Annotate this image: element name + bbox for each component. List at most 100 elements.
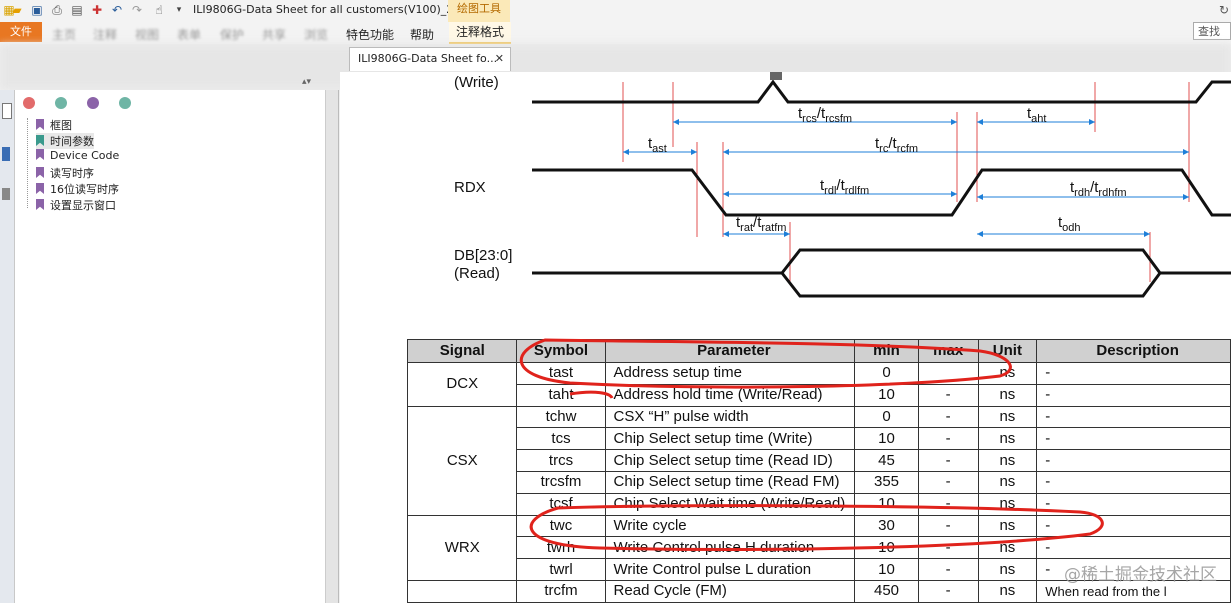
parameter-cell: Address hold time (Write/Read) [604,383,856,407]
db-waveform [532,248,1231,298]
layers-icon[interactable] [2,188,10,200]
param-trat: trat/tratfm [736,214,786,234]
desc-cell: - [1036,405,1231,429]
document-tab-label: ILI9806G-Data Sheet fo... [358,52,498,65]
table-row: twrh Write Control pulse H duration 10 -… [408,536,1231,560]
symbol-cell: tast [516,362,606,385]
min-cell: 10 [854,536,919,560]
max-cell: - [917,449,979,472]
min-cell: 355 [854,470,919,494]
table-row: DCX tast Address setup time 0 ns - [406,362,1231,407]
max-cell [917,362,979,385]
tab-share[interactable]: 共享 [262,26,286,43]
add-child-bookmark-icon[interactable] [87,97,99,109]
document-page: (Write) RDX DB[23:0] (Read) trcs/trcsfm … [340,72,1231,603]
dropdown-icon[interactable]: ▾ [172,3,186,17]
max-cell: - [917,427,979,451]
table-row: tcsf Chip Select Wait time (Write/Read) … [408,492,1231,516]
bookmark-item[interactable]: 16位读写时序 [36,181,119,197]
unit-cell: ns [977,558,1038,581]
bookmark-item[interactable]: 框图 [36,117,72,133]
bookmark-icon [36,199,44,210]
signal-label-write: (Write) [454,74,499,91]
header-symbol: Symbol [516,339,606,363]
min-cell: 30 [854,514,919,538]
new-icon[interactable]: ✚ [90,3,104,17]
tab-home[interactable]: 主页 [52,26,76,43]
bookmark-icon [36,167,44,178]
open-folder-icon[interactable]: ▰ [10,3,24,17]
timing-arrows [623,121,1189,235]
unit-cell: ns [977,362,1038,385]
param-todh: todh [1058,214,1081,234]
bookmark-properties-icon[interactable] [119,97,131,109]
signal-cell: WRX [406,514,518,581]
table-row: trcsfm Chip Select setup time (Read FM) … [408,470,1231,494]
add-bookmark-icon[interactable] [55,97,67,109]
parameter-cell: Write Control pulse L duration [604,558,856,581]
file-menu-button[interactable]: 文件 [0,22,42,42]
search-input[interactable]: 查找 [1193,22,1231,40]
window-title: ILI9806G-Data Sheet for all customers(V1… [193,3,478,16]
print-icon[interactable]: ⎙ [50,3,64,17]
parameter-cell: Chip Select setup time (Write) [604,427,856,451]
tab-help[interactable]: 帮助 [410,26,434,43]
unit-cell: ns [977,579,1038,603]
parameter-cell: Chip Select setup time (Read FM) [604,470,856,494]
undo-icon[interactable]: ↶ [110,3,124,17]
table-row: WRX twc Write cycle 30 - ns - [406,514,1231,581]
max-cell: - [917,514,979,538]
close-icon[interactable]: ✕ [495,48,504,70]
hand-tool-icon[interactable]: ☝ [152,3,166,17]
write-waveform [532,79,1231,104]
unit-cell: ns [977,536,1038,560]
tab-features[interactable]: 特色功能 [346,26,394,43]
desc-cell: - [1036,514,1231,538]
symbol-cell: taht [516,383,606,407]
panel-collapse-icon[interactable]: ▴▾ [302,77,311,87]
page-icon[interactable]: ▤ [70,3,84,17]
bookmark-item[interactable]: 读写时序 [36,165,94,181]
symbol-cell: trcfm [516,579,606,603]
title-bar: ▦ ▰ ▣ ⎙ ▤ ✚ ↶ ↷ ☝ ▾ ILI9806G-Data Sheet … [0,0,1231,22]
bookmark-icon [36,135,44,146]
tab-comment[interactable]: 注释 [93,26,117,43]
tab-form[interactable]: 表单 [177,26,201,43]
symbol-cell: tchw [516,405,606,429]
header-min: min [854,339,919,363]
desc-cell: - [1036,449,1231,472]
redo-icon[interactable]: ↷ [130,3,144,17]
unit-cell: ns [977,383,1038,407]
signal-label-rdx: RDX [454,179,486,196]
max-cell: - [917,536,979,560]
page-thumbnail-icon[interactable] [2,103,12,119]
parameter-cell: Write Control pulse H duration [604,536,856,560]
signal-cell [406,579,518,603]
drawing-tools-context-tab[interactable]: 绘图工具 [448,0,510,22]
save-icon[interactable]: ▣ [30,3,44,17]
header-unit: Unit [977,339,1038,363]
min-cell: 10 [854,492,919,516]
bookmark-item-selected[interactable]: 时间参数 [36,133,94,149]
tab-browse[interactable]: 浏览 [304,26,328,43]
max-cell: - [917,470,979,494]
tab-view[interactable]: 视图 [135,26,159,43]
max-cell: - [917,405,979,429]
refresh-icon[interactable]: ↻ [1217,3,1231,17]
bookmark-item[interactable]: Device Code [36,149,119,162]
param-trdh: trdh/trdhfm [1070,179,1127,199]
header-max: max [917,339,979,363]
unit-cell: ns [977,514,1038,538]
tab-protect[interactable]: 保护 [220,26,244,43]
bookmark-item[interactable]: 设置显示窗口 [36,197,116,213]
tab-annotation-format[interactable]: 注释格式 [449,22,511,44]
delete-bookmark-icon[interactable] [23,97,35,109]
table-row: taht Address hold time (Write/Read) 10 -… [408,383,1231,407]
symbol-cell: twrl [516,558,606,581]
bookmark-panel-icon[interactable] [2,147,10,161]
signal-label-db: DB[23:0] [454,247,512,264]
signal-label-read: (Read) [454,265,500,282]
panel-splitter[interactable] [326,90,339,603]
desc-cell: - [1036,427,1231,451]
document-tab[interactable]: ILI9806G-Data Sheet fo... ✕ [349,47,511,71]
